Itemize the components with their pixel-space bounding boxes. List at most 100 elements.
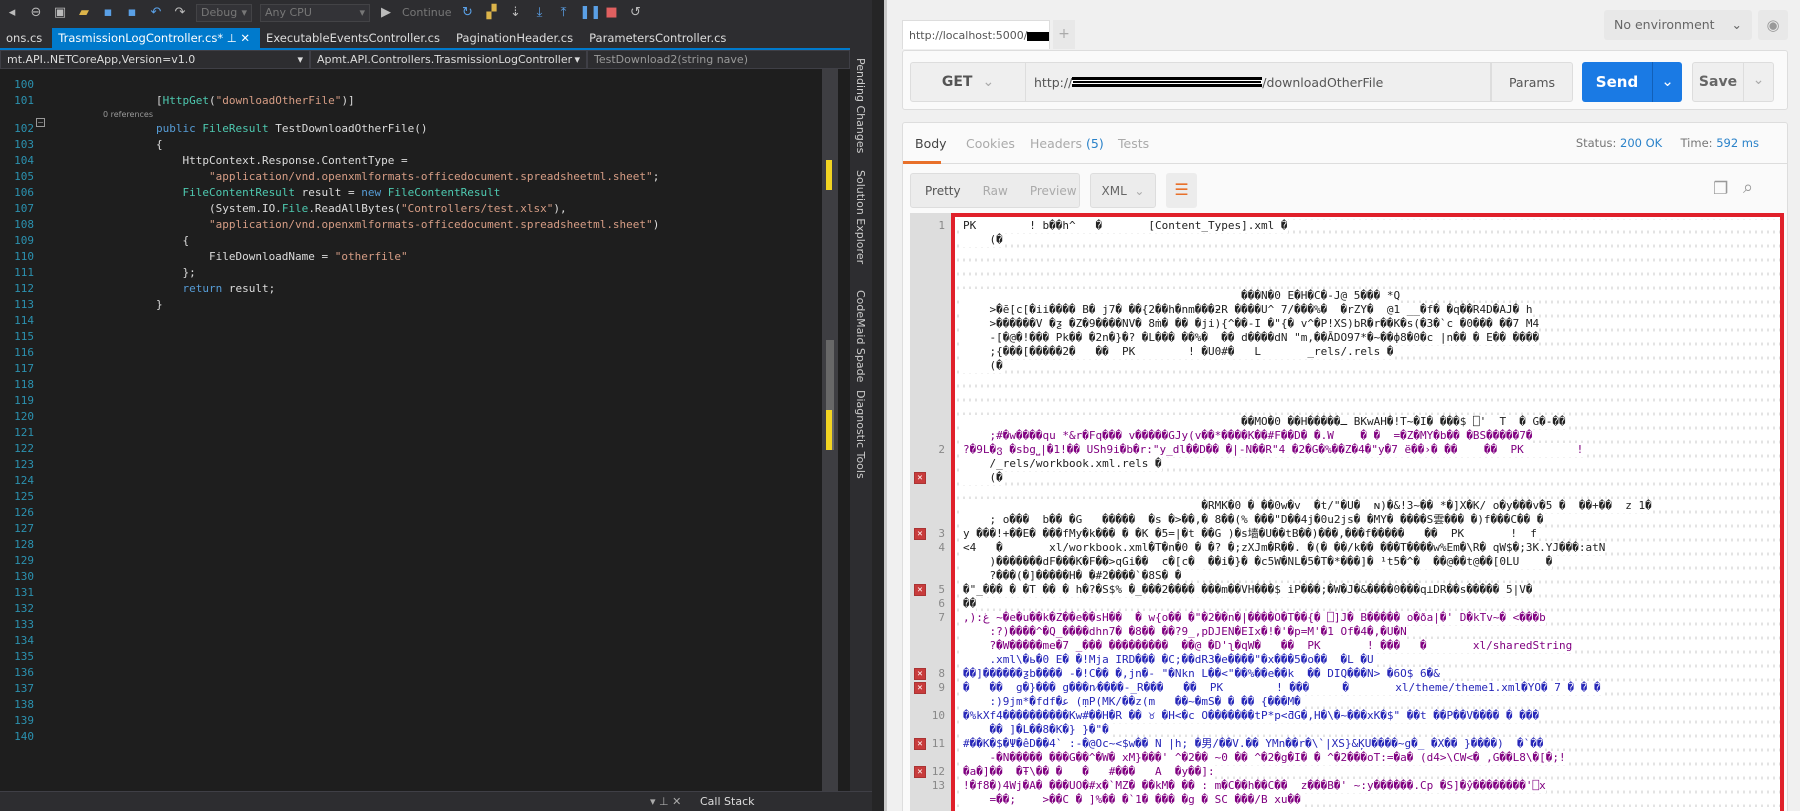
code-token: }; bbox=[103, 266, 196, 279]
document-tab[interactable]: ParametersController.cs bbox=[583, 28, 736, 48]
line-number: 123 bbox=[14, 458, 34, 471]
save-dropdown-icon[interactable]: ⌄ bbox=[1743, 62, 1773, 102]
response-line: :)9jm*�fdf�ﻋ (ṃP(MK/��z(m ��~�mS� � �� {… bbox=[955, 695, 1780, 709]
tab-label: TrasmissionLogController.cs* bbox=[58, 31, 224, 45]
preview-tab[interactable]: Preview bbox=[1030, 184, 1077, 198]
gutter-line: 9 ✕ bbox=[910, 681, 951, 695]
tab-label: ParametersController.cs bbox=[589, 31, 727, 45]
format-dropdown[interactable]: XML ⌄ bbox=[1090, 173, 1156, 208]
error-icon[interactable]: ✕ bbox=[914, 682, 926, 694]
response-line: �%kXf4����������Kw#��H�R �� ♉ �H<�c O���… bbox=[955, 709, 1780, 723]
redacted-text bbox=[1072, 77, 1263, 87]
response-line bbox=[955, 261, 1780, 275]
request-tab[interactable]: http://localhost:5000/ bbox=[902, 20, 1050, 49]
open-file-icon[interactable]: ▰ bbox=[76, 5, 92, 20]
wrap-lines-icon[interactable]: ☰ bbox=[1166, 173, 1197, 208]
restart-icon[interactable]: ↺ bbox=[627, 5, 643, 20]
codelens-text[interactable]: 0 references bbox=[103, 109, 153, 121]
line-number-gutter: 1 2 ✕ 3 ✕ 4 5 ✕ 6 7 8 ✕ 9 ✕ 10 11 ✕ 12 ✕ 13 bbox=[910, 213, 951, 811]
forward-icon[interactable]: ⊖ bbox=[28, 5, 44, 20]
raw-tab[interactable]: Raw bbox=[983, 184, 1008, 198]
line-number: 120 bbox=[14, 410, 34, 423]
gutter-line: 3 ✕ bbox=[910, 527, 951, 541]
save-all-icon[interactable]: ▪ bbox=[124, 5, 140, 20]
tab-body[interactable]: Body bbox=[915, 136, 947, 151]
member-dropdown[interactable]: TestDownload2(string nave) bbox=[587, 50, 850, 69]
diagnostic-tools-tab[interactable]: Diagnostic Tools bbox=[854, 390, 867, 479]
response-line: (� bbox=[955, 233, 1780, 247]
save-button[interactable]: Save ⌄ bbox=[1692, 62, 1774, 102]
response-body[interactable]: PK ! b��h^ � [Content_Types].xml � (� ��… bbox=[951, 213, 1784, 811]
code-editor[interactable]: 100 101 [HttpGet("downloadOtherFile")] 0 r… bbox=[0, 69, 850, 791]
code-line: 138 bbox=[0, 697, 850, 713]
find-icon[interactable]: ▞ bbox=[483, 5, 499, 20]
document-tab[interactable]: TrasmissionLogController.cs* ⊥ ✕ bbox=[52, 28, 261, 48]
solution-explorer-tab[interactable]: Solution Explorer bbox=[854, 170, 867, 264]
code-line: 136 bbox=[0, 665, 850, 681]
continue-icon[interactable]: ▶ bbox=[378, 5, 394, 20]
pretty-tab[interactable]: Pretty bbox=[925, 184, 961, 198]
error-icon[interactable]: ✕ bbox=[914, 738, 926, 750]
status-value: 200 OK bbox=[1620, 136, 1663, 150]
collapse-icon[interactable]: − bbox=[36, 118, 45, 127]
send-dropdown-icon[interactable]: ⌄ bbox=[1652, 62, 1682, 102]
gutter-line: 4 bbox=[910, 541, 951, 555]
code-token: return bbox=[103, 282, 223, 295]
close-icon[interactable]: ⊥ ✕ bbox=[223, 31, 250, 45]
project-dropdown[interactable]: mt.API..NETCoreApp,Version=v1.0 ▾ bbox=[0, 50, 310, 69]
new-project-icon[interactable]: ▣ bbox=[52, 5, 68, 20]
call-stack-tab[interactable]: Call Stack bbox=[700, 795, 754, 808]
error-icon[interactable]: ✕ bbox=[914, 766, 926, 778]
document-tab[interactable]: ons.cs bbox=[0, 28, 52, 48]
code-token: result; bbox=[222, 282, 276, 295]
document-tab[interactable]: PaginationHeader.cs bbox=[450, 28, 583, 48]
response-text: >�ē[c[�ii���� B� j7� ��{2��h�nm���ƻR ���… bbox=[963, 303, 1533, 317]
step-into-icon[interactable]: ⤓ bbox=[531, 5, 547, 20]
error-icon[interactable]: ✕ bbox=[914, 528, 926, 540]
line-number: 108 bbox=[14, 218, 34, 231]
tab-headers[interactable]: Headers (5) bbox=[1030, 136, 1104, 151]
tab-cookies[interactable]: Cookies bbox=[966, 136, 1015, 151]
pause-icon[interactable]: ❚❚ bbox=[579, 5, 601, 20]
pending-changes-tab[interactable]: Pending Changes bbox=[854, 58, 867, 153]
response-text: ; o��� b�� �G ����� �s �>��,� 8��(% ���"… bbox=[963, 513, 1544, 527]
save-icon[interactable]: ▪ bbox=[100, 5, 116, 20]
error-icon[interactable]: ✕ bbox=[914, 472, 926, 484]
error-icon[interactable]: ✕ bbox=[914, 584, 926, 596]
undo-icon[interactable]: ↶ bbox=[148, 5, 164, 20]
code-token: ) bbox=[652, 218, 660, 231]
continue-button[interactable]: Continue bbox=[402, 6, 451, 19]
url-input[interactable]: http:// /downloadOtherFile bbox=[1026, 62, 1491, 102]
codemaid-spade-tab[interactable]: CodeMaid Spade bbox=[854, 290, 867, 382]
line-number: 138 bbox=[14, 698, 34, 711]
response-text: ?���(�]�����H� �#2����`�8S� � bbox=[963, 569, 1182, 583]
response-line: =��; >��C � ]%�� �`1� ��� �g � SC ���/B … bbox=[955, 793, 1780, 807]
platform-dropdown[interactable]: Any CPU ▾ bbox=[260, 3, 370, 22]
stop-icon[interactable]: ■ bbox=[603, 5, 619, 20]
class-dropdown[interactable]: Apmt.API.Controllers.TrasmissionLogContr… bbox=[310, 50, 587, 69]
tab-tests[interactable]: Tests bbox=[1118, 136, 1149, 151]
eye-icon[interactable]: ◉ bbox=[1758, 10, 1788, 40]
redo-icon[interactable]: ↷ bbox=[172, 5, 188, 20]
step-out-icon[interactable]: ⤒ bbox=[555, 5, 571, 20]
class-value: Apmt.API.Controllers.TrasmissionLogContr… bbox=[317, 53, 573, 66]
line-number: 127 bbox=[14, 522, 34, 535]
error-icon[interactable]: ✕ bbox=[914, 668, 926, 680]
pin-icon[interactable]: ▾ ⊥ ✕ bbox=[650, 795, 681, 808]
add-tab-button[interactable]: + bbox=[1053, 20, 1075, 49]
configuration-dropdown[interactable]: Debug ▾ bbox=[196, 3, 252, 22]
line-number: 121 bbox=[14, 426, 34, 439]
search-icon[interactable]: ⌕ bbox=[1743, 177, 1753, 198]
step-icon[interactable]: ⇣ bbox=[507, 5, 523, 20]
document-tab[interactable]: ExecutableEventsController.cs bbox=[260, 28, 450, 48]
send-button[interactable]: Send ⌄ bbox=[1582, 62, 1682, 102]
refresh-icon[interactable]: ↻ bbox=[459, 5, 475, 20]
params-button[interactable]: Params bbox=[1491, 62, 1573, 102]
environment-dropdown[interactable]: No environment ⌄ bbox=[1604, 10, 1752, 40]
response-text: ��MO�0 ��H�����ـ BKwAH�!T~�I� ���$ ⎕' T … bbox=[963, 415, 1566, 429]
code-line: 102 public FileResult TestDownloadOtherF… bbox=[0, 121, 850, 137]
back-icon[interactable]: ◂ bbox=[4, 5, 20, 20]
code-line: 140 bbox=[0, 729, 850, 745]
copy-icon[interactable]: ❐ bbox=[1713, 179, 1728, 199]
method-dropdown[interactable]: GET ⌄ bbox=[910, 62, 1026, 102]
